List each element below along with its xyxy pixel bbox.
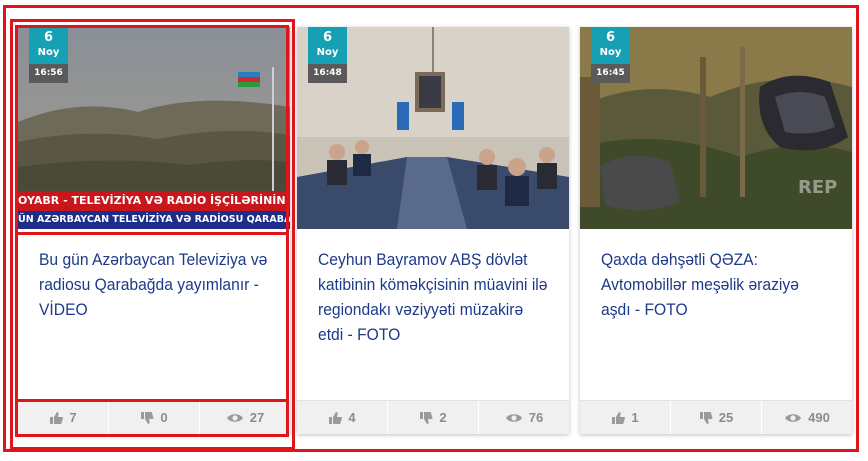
like-count: 4 (348, 410, 356, 425)
date-badge: 6 Noy 16:45 (591, 27, 630, 85)
news-stats: 4 2 76 (297, 400, 569, 434)
dislike-stat[interactable]: 25 (670, 401, 761, 434)
news-card[interactable]: REP 6 Noy 16:45 Qaxda dəhşətli QƏZA: Avt… (580, 27, 852, 434)
thumbs-up-icon (612, 411, 626, 424)
date-day: 6 (605, 30, 616, 45)
thumbs-down-icon (420, 411, 433, 424)
thumbs-down-icon (699, 411, 713, 424)
stats-highlight (15, 399, 289, 437)
eye-icon (785, 413, 802, 422)
like-stat[interactable]: 1 (580, 401, 670, 434)
dislike-stat[interactable]: 2 (387, 401, 478, 434)
views-stat: 490 (761, 401, 852, 434)
date-month: Noy (599, 47, 622, 58)
date-month: Noy (316, 47, 339, 58)
like-count: 1 (631, 410, 639, 425)
image-watermark: REP (798, 177, 838, 198)
news-title[interactable]: Ceyhun Bayramov ABŞ dövlət katibinin köm… (318, 247, 548, 347)
news-stats: 1 25 490 (580, 400, 852, 434)
date-badge: 6 Noy 16:48 (308, 27, 347, 85)
views-count: 76 (528, 410, 544, 425)
title-highlight (15, 232, 289, 402)
thumbnail-highlight (15, 25, 289, 235)
news-title[interactable]: Qaxda dəhşətli QƏZA: Avtomobillər meşəli… (601, 247, 831, 322)
date-day: 6 (322, 30, 333, 45)
views-stat: 76 (478, 401, 569, 434)
eye-icon (505, 413, 522, 422)
news-thumbnail[interactable]: REP 6 Noy 16:45 (580, 27, 852, 229)
dislike-count: 2 (439, 410, 447, 425)
news-card[interactable]: 6 Noy 16:48 Ceyhun Bayramov ABŞ dövlət k… (297, 27, 569, 434)
dislike-count: 25 (718, 410, 734, 425)
publish-time: 16:45 (591, 64, 630, 83)
like-stat[interactable]: 4 (297, 401, 387, 434)
thumbs-up-icon (329, 411, 343, 424)
publish-time: 16:48 (308, 64, 347, 83)
views-count: 490 (808, 410, 830, 425)
news-thumbnail[interactable]: 6 Noy 16:48 (297, 27, 569, 229)
